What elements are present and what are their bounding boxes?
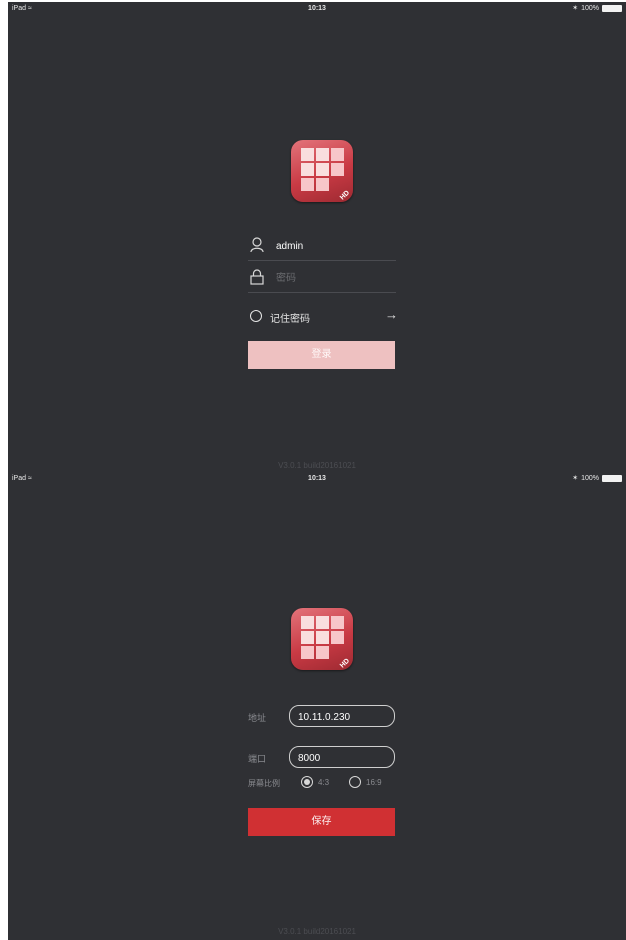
battery-percent: 100% (581, 474, 599, 482)
port-field[interactable] (289, 746, 395, 768)
address-input[interactable] (296, 708, 392, 726)
username-input[interactable] (274, 236, 396, 256)
lock-icon (250, 269, 264, 285)
remember-password-checkbox[interactable] (250, 310, 262, 322)
battery-icon (602, 474, 622, 482)
battery-icon (602, 4, 622, 12)
remember-password-row[interactable]: 记住密码 → (248, 307, 398, 326)
status-time: 10:13 (308, 475, 326, 482)
bluetooth-icon: ✶ (572, 475, 579, 482)
app-logo-icon: HD (291, 608, 353, 670)
ratio-4-3-radio[interactable] (301, 776, 313, 788)
port-input[interactable] (296, 749, 392, 767)
ratio-4-3-label: 4:3 (318, 778, 330, 787)
address-label: 地址 (248, 713, 267, 723)
bluetooth-icon: ✶ (572, 5, 579, 12)
remember-password-label: 记住密码 (270, 314, 310, 325)
ratio-16-9-label: 16:9 (366, 778, 382, 787)
login-button[interactable]: 登录 (248, 341, 395, 369)
username-row (248, 230, 396, 261)
hd-badge: HD (338, 189, 351, 202)
address-field[interactable] (289, 705, 395, 727)
status-time: 10:13 (308, 5, 326, 12)
screen-ratio-label: 屏幕比例 (248, 779, 280, 788)
ratio-16-9-radio[interactable] (349, 776, 361, 788)
hd-badge: HD (338, 657, 351, 670)
server-settings-screen: iPad ≈ 10:13 ✶ 100% HD 地址 端口 屏幕比例 4:3 16… (8, 472, 626, 940)
status-bar: iPad ≈ 10:13 ✶ 100% (8, 2, 626, 16)
status-bar: iPad ≈ 10:13 ✶ 100% (8, 472, 626, 486)
login-screen: iPad ≈ 10:13 ✶ 100% HD admin 记住密码 → 登录 V… (8, 2, 626, 472)
arrow-right-icon[interactable]: → (385, 307, 398, 322)
user-icon (250, 237, 264, 253)
app-logo-icon: HD (291, 140, 353, 202)
password-input[interactable] (274, 268, 396, 288)
port-label: 端口 (248, 754, 267, 764)
version-label: V3.0.1 build20161021 (278, 927, 356, 936)
save-button[interactable]: 保存 (248, 808, 395, 836)
password-row (248, 262, 396, 293)
version-label: V3.0.1 build20161021 (278, 461, 356, 470)
battery-percent: 100% (581, 4, 599, 12)
